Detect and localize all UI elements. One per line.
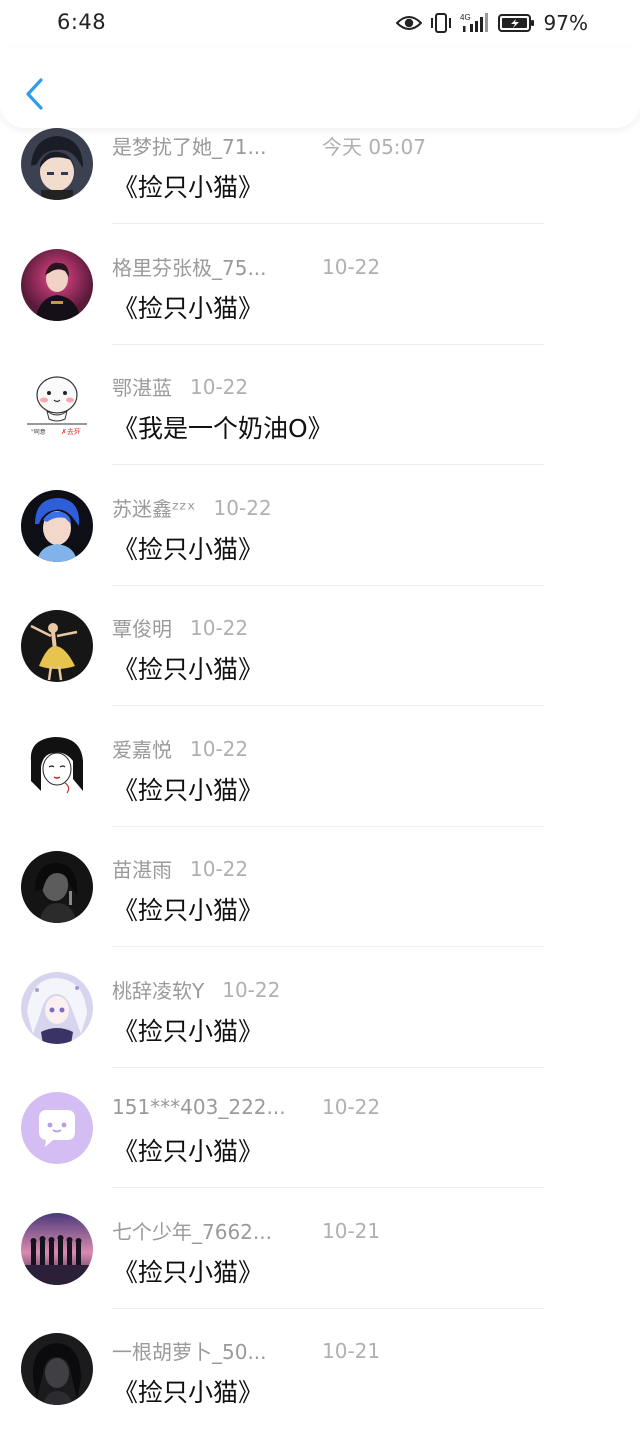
message-row[interactable]: 151***403_222... 10-22 《捡只小猫》 (0, 1068, 640, 1188)
sender-name[interactable]: 格里芬张极_75... (112, 252, 322, 281)
message-text: 《捡只小猫》 (113, 535, 264, 564)
message-time: 10-22 (322, 254, 381, 279)
message-meta: 格里芬张极_75... 10-22 (112, 252, 380, 281)
signal-4g-icon: 4G (460, 12, 490, 34)
message-meta: 爱嘉悦 10-22 (112, 734, 248, 763)
svg-text:"同意: "同意 (31, 428, 46, 436)
avatar[interactable] (21, 1092, 93, 1164)
sender-name[interactable]: 一根胡萝卜_50... (112, 1336, 322, 1365)
message-row[interactable]: 爱嘉悦 10-22 《捡只小猫》 (0, 707, 640, 827)
row-divider (112, 464, 544, 465)
message-row[interactable]: 苏迷鑫ᶻᶻˣ 10-22 《捡只小猫》 (0, 466, 640, 586)
message-text: 《捡只小猫》 (113, 1137, 264, 1166)
row-divider (112, 223, 544, 224)
eye-icon (395, 14, 422, 32)
status-bar: 6:48 4G 97% (0, 0, 640, 48)
message-text: 《捡只小猫》 (113, 776, 264, 805)
message-meta: 一根胡萝卜_50... 10-21 (112, 1336, 380, 1365)
message-text: 《捡只小猫》 (113, 1378, 264, 1407)
sender-name[interactable]: 爱嘉悦 (112, 734, 172, 763)
message-meta: 151***403_222... 10-22 (112, 1095, 380, 1119)
message-meta: 苏迷鑫ᶻᶻˣ 10-22 (112, 493, 272, 522)
sender-name[interactable]: 桃辞凌软Y (112, 975, 204, 1004)
message-text: 《捡只小猫》 (113, 1017, 264, 1046)
avatar[interactable]: "同意 ✗去死 (21, 369, 93, 441)
vibrate-icon (430, 12, 452, 34)
status-icons: 4G 97% (395, 10, 588, 36)
message-row[interactable]: 桃辞凌软Y 10-22 《捡只小猫》 (0, 948, 640, 1068)
row-divider (112, 946, 544, 947)
sender-name[interactable]: 151***403_222... (112, 1095, 322, 1119)
svg-text:4G: 4G (460, 13, 471, 22)
avatar[interactable] (21, 490, 93, 562)
top-nav-header (0, 48, 640, 128)
row-divider (112, 1187, 544, 1188)
message-time: 10-22 (190, 615, 249, 640)
message-row[interactable]: 一根胡萝卜_50... 10-21 《捡只小猫》 (0, 1309, 640, 1429)
sender-name[interactable]: 覃俊明 (112, 613, 172, 642)
message-row[interactable]: 苗湛雨 10-22 《捡只小猫》 (0, 827, 640, 947)
message-meta: 覃俊明 10-22 (112, 613, 248, 642)
message-meta: 苗湛雨 10-22 (112, 854, 248, 883)
message-row[interactable]: 格里芬张极_75... 10-22 《捡只小猫》 (0, 225, 640, 345)
avatar[interactable] (21, 731, 93, 803)
message-text: 《捡只小猫》 (113, 655, 264, 684)
message-row[interactable]: 七个少年_7662... 10-21 《捡只小猫》 (0, 1189, 640, 1309)
message-time: 今天 05:07 (322, 135, 426, 159)
message-text: 《我是一个奶油O》 (113, 414, 333, 443)
sender-name[interactable]: 是梦扰了她_71... (112, 131, 322, 160)
message-row[interactable]: 覃俊明 10-22 《捡只小猫》 (0, 586, 640, 706)
message-meta: 鄂湛蓝 10-22 (112, 372, 248, 401)
message-time: 10-22 (190, 374, 249, 399)
message-text: 《捡只小猫》 (113, 173, 264, 202)
message-text: 《捡只小猫》 (113, 294, 264, 323)
message-meta: 桃辞凌软Y 10-22 (112, 975, 280, 1004)
back-button[interactable] (18, 74, 50, 114)
avatar[interactable] (21, 1213, 93, 1285)
sender-name[interactable]: 鄂湛蓝 (112, 372, 172, 401)
message-time: 10-22 (322, 1095, 381, 1119)
message-time: 10-22 (190, 856, 249, 881)
status-time: 6:48 (57, 10, 107, 34)
message-time: 10-21 (322, 1218, 381, 1243)
message-time: 10-22 (213, 495, 272, 520)
sender-name[interactable]: 苗湛雨 (112, 854, 172, 883)
battery-charging-icon (497, 13, 536, 33)
sender-name[interactable]: 七个少年_7662... (112, 1216, 322, 1245)
avatar[interactable] (21, 249, 93, 321)
message-text: 《捡只小猫》 (113, 1258, 264, 1287)
battery-percent: 97% (543, 11, 588, 35)
message-time: 10-22 (190, 736, 249, 761)
sender-name[interactable]: 苏迷鑫ᶻᶻˣ (112, 493, 196, 522)
avatar[interactable] (21, 610, 93, 682)
row-divider (112, 705, 544, 706)
avatar[interactable] (21, 1333, 93, 1405)
avatar[interactable] (21, 128, 93, 200)
message-meta: 七个少年_7662... 10-21 (112, 1216, 380, 1245)
message-row[interactable]: "同意 ✗去死 鄂湛蓝 10-22 《我是一个奶油O》 (0, 345, 640, 465)
message-meta: 是梦扰了她_71... 今天 05:07 (112, 131, 426, 160)
message-text: 《捡只小猫》 (113, 896, 264, 925)
avatar[interactable] (21, 851, 93, 923)
avatar[interactable] (21, 972, 93, 1044)
chevron-left-icon (26, 78, 43, 110)
message-time: 10-22 (222, 977, 281, 1002)
message-time: 10-21 (322, 1338, 381, 1363)
svg-text:✗去死: ✗去死 (61, 427, 81, 436)
